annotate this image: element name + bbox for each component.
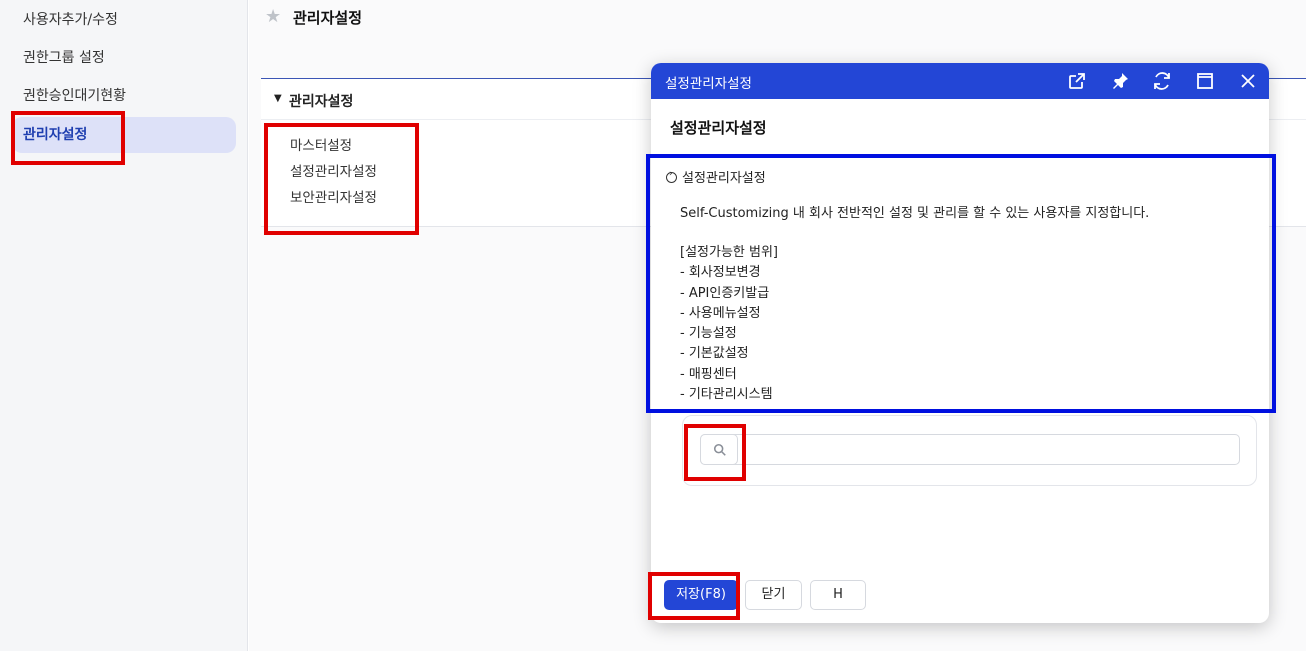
description-title: 설정관리자설정 bbox=[682, 171, 766, 186]
link-settings-admin[interactable]: 설정관리자설정 bbox=[290, 160, 377, 180]
description-line: - 매핑센터 bbox=[680, 367, 737, 382]
page-title: 관리자설정 bbox=[293, 9, 363, 27]
section-label: 관리자설정 bbox=[289, 94, 354, 110]
dialog-window-title: 설정관리자설정 bbox=[665, 76, 752, 92]
description-line: - 기타관리시스템 bbox=[680, 387, 773, 402]
search-button[interactable] bbox=[700, 434, 738, 465]
description-line: - API인증키발급 bbox=[680, 286, 770, 301]
description-line: [설정가능한 범위] bbox=[680, 245, 778, 260]
maximize-icon[interactable] bbox=[1193, 69, 1217, 93]
external-link-icon[interactable] bbox=[1065, 69, 1089, 93]
caret-down-icon: ▼ bbox=[274, 93, 282, 104]
favorite-star-icon[interactable]: ★ bbox=[265, 6, 281, 27]
sidebar-item-admin-settings[interactable]: 관리자설정 bbox=[12, 117, 236, 153]
save-button[interactable]: 저장(F8) bbox=[664, 580, 738, 610]
settings-admin-dialog: 설정관리자설정 설정관리자설정 › 설정관리자설정 Self-Customizi… bbox=[651, 63, 1269, 623]
pin-icon[interactable] bbox=[1108, 69, 1132, 93]
search-icon bbox=[713, 443, 726, 456]
description-line: - 기능설정 bbox=[680, 326, 737, 341]
search-input[interactable] bbox=[700, 434, 1240, 465]
sidebar: 사용자추가/수정 권한그룹 설정 권한승인대기현황 관리자설정 bbox=[0, 0, 248, 651]
dialog-titlebar[interactable]: 설정관리자설정 bbox=[651, 63, 1269, 99]
description-line: - 사용메뉴설정 bbox=[680, 306, 761, 321]
app-root: 사용자추가/수정 권한그룹 설정 권한승인대기현황 관리자설정 ★ 관리자설정 … bbox=[0, 0, 1306, 651]
description-line: Self-Customizing 내 회사 전반적인 설정 및 관리를 할 수 … bbox=[680, 206, 1150, 221]
sidebar-item-user-edit[interactable]: 사용자추가/수정 bbox=[12, 2, 236, 38]
link-security-admin[interactable]: 보안관리자설정 bbox=[290, 186, 377, 206]
dialog-heading: 설정관리자설정 bbox=[670, 119, 767, 137]
link-master-settings[interactable]: 마스터설정 bbox=[290, 134, 352, 154]
refresh-icon[interactable] bbox=[1150, 69, 1174, 93]
info-circle-icon: › bbox=[666, 169, 677, 183]
description-line: - 기본값설정 bbox=[680, 346, 749, 361]
h-button[interactable]: H bbox=[810, 580, 866, 610]
close-icon[interactable] bbox=[1236, 69, 1260, 93]
description-line: - 회사정보변경 bbox=[680, 265, 761, 280]
sidebar-item-approval-status[interactable]: 권한승인대기현황 bbox=[12, 78, 236, 114]
close-button[interactable]: 닫기 bbox=[745, 580, 802, 610]
sidebar-item-permission-group[interactable]: 권한그룹 설정 bbox=[12, 40, 236, 76]
